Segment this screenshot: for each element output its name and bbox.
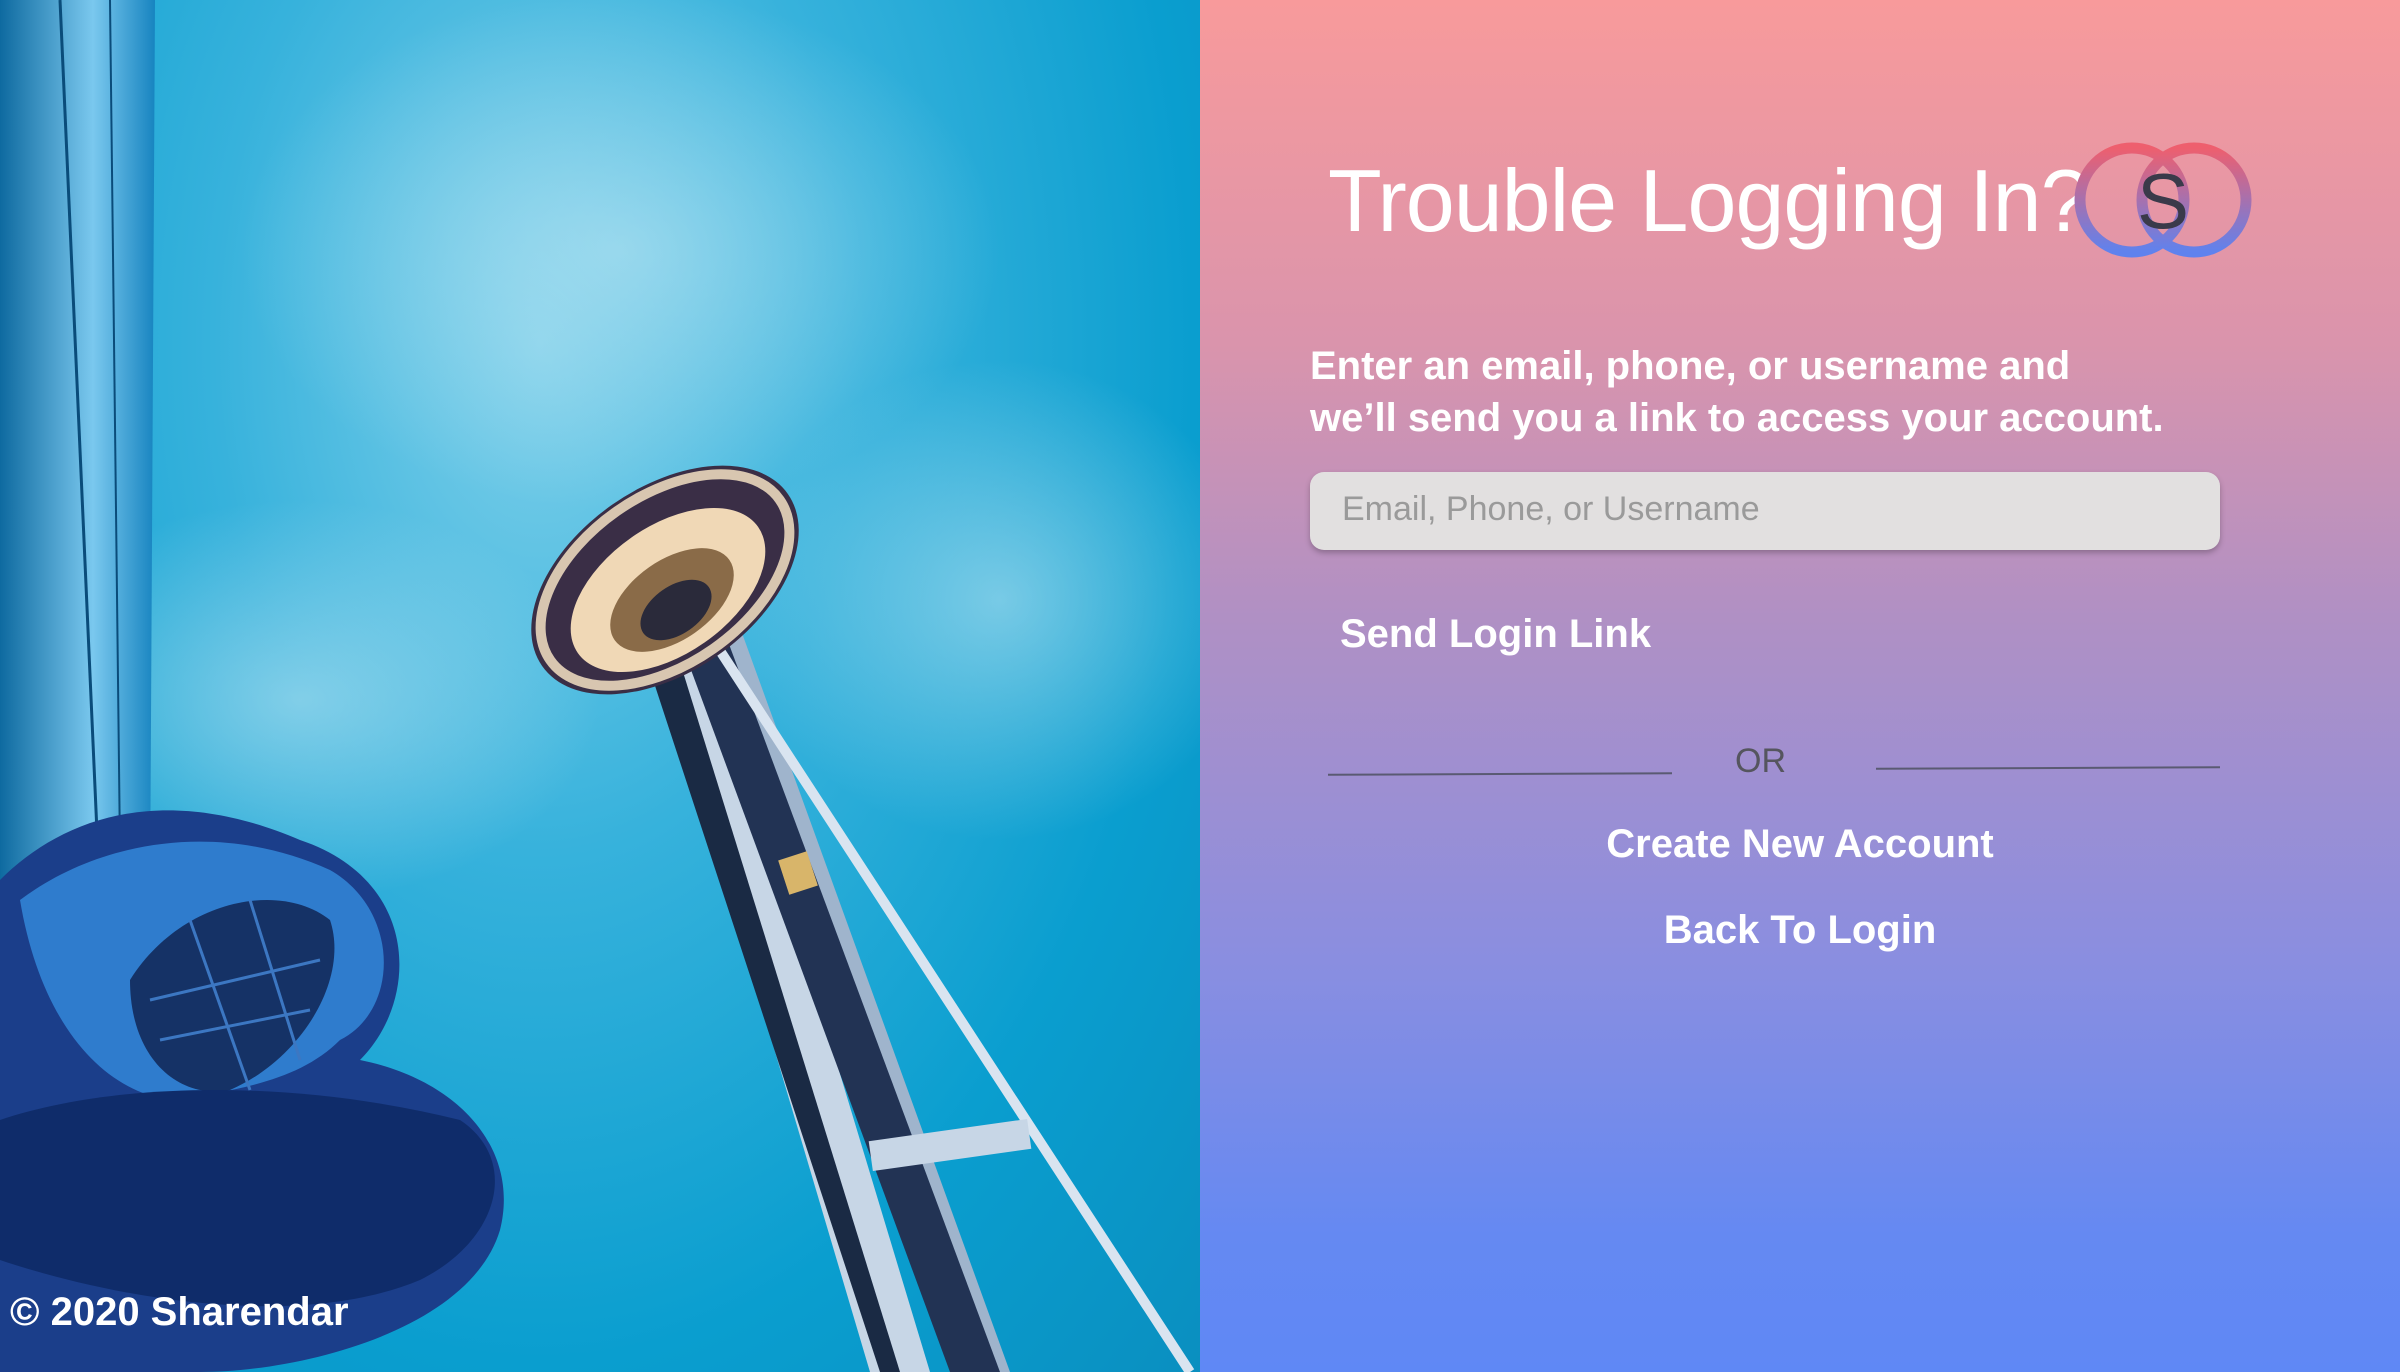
- space-needle-photo: [0, 0, 1200, 1372]
- instructions-text: Enter an email, phone, or username and w…: [1310, 340, 2310, 444]
- instructions-line-1: Enter an email, phone, or username and: [1310, 344, 2071, 388]
- back-to-login-link[interactable]: Back To Login: [1200, 908, 2400, 953]
- divider-right: [1875, 766, 2221, 770]
- login-help-panel: Trouble Logging In? S Enter an email, ph…: [1200, 0, 2400, 1372]
- background-photo: © 2020 Sharendar: [0, 0, 1200, 1372]
- divider-left: [1327, 772, 1673, 776]
- or-divider-label: OR: [1735, 742, 1786, 780]
- create-account-link[interactable]: Create New Account: [1200, 822, 2400, 867]
- logo-letter: S: [2137, 157, 2189, 245]
- copyright-text: © 2020 Sharendar: [10, 1290, 349, 1334]
- interlocking-rings-logo-icon: S: [2074, 142, 2252, 258]
- app-logo: S: [2072, 138, 2256, 266]
- identifier-input-placeholder: Email, Phone, or Username: [1342, 490, 1760, 528]
- instructions-line-2: we’ll send you a link to access your acc…: [1310, 396, 2164, 440]
- identifier-input[interactable]: Email, Phone, or Username: [1310, 472, 2220, 550]
- page-title: Trouble Logging In?: [1328, 151, 2090, 250]
- send-login-link-button[interactable]: Send Login Link: [1340, 612, 1651, 657]
